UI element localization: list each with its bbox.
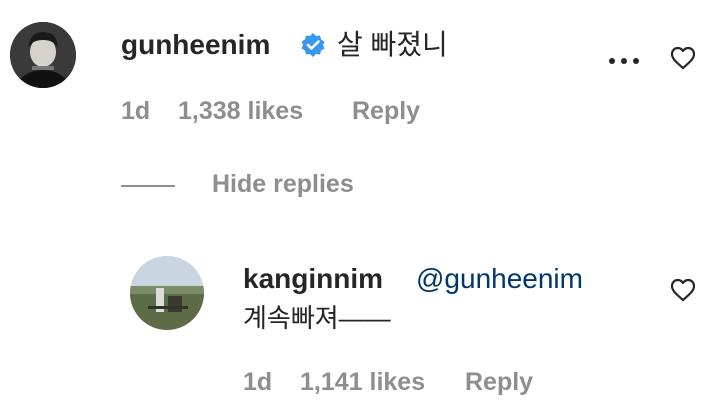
reply-mention-link[interactable]: @gunheenim	[416, 262, 583, 296]
avatar-photo	[130, 256, 204, 330]
replies-divider-line	[121, 185, 175, 187]
commenter-username[interactable]: gunheenim	[121, 28, 270, 62]
comment-like-heart-icon[interactable]	[670, 46, 696, 70]
more-options-icon[interactable]	[607, 54, 641, 68]
replier-username[interactable]: kanginnim	[243, 262, 383, 296]
reply-text: 계속빠져——	[243, 303, 391, 333]
replier-avatar[interactable]	[130, 256, 204, 330]
commenter-avatar[interactable]	[10, 22, 76, 88]
comment-time: 1d	[121, 97, 151, 125]
comment-reply-button[interactable]: Reply	[352, 97, 420, 126]
reply-likes-count[interactable]: 1,141 likes	[300, 368, 425, 397]
comment-likes-count[interactable]: 1,338 likes	[178, 97, 303, 126]
reply-like-heart-icon[interactable]	[670, 278, 696, 302]
avatar-photo	[10, 22, 76, 88]
reply-reply-button[interactable]: Reply	[465, 368, 533, 397]
comment-text: 살 빠졌니	[337, 29, 448, 60]
hide-replies-button[interactable]: Hide replies	[212, 170, 354, 199]
reply-time: 1d	[243, 368, 273, 396]
verified-badge-icon	[300, 32, 326, 58]
